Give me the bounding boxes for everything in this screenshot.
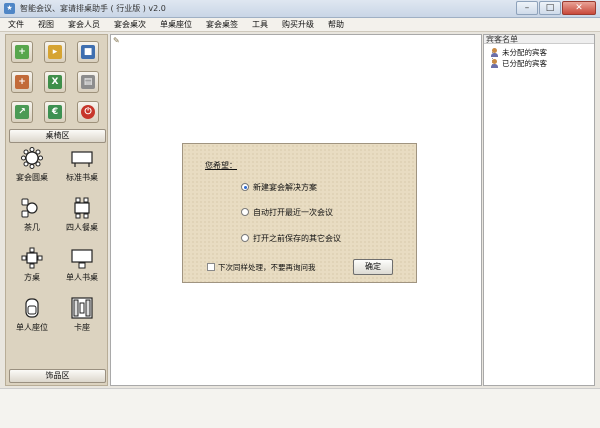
exit-button[interactable]: ⏻ bbox=[77, 101, 99, 123]
menu-view[interactable]: 视图 bbox=[38, 19, 54, 30]
radio-button-checked[interactable] bbox=[241, 183, 249, 191]
decor-section-header[interactable]: 饰品区 bbox=[9, 369, 106, 383]
palette-item-single-desk[interactable]: 单人书桌 bbox=[59, 247, 105, 291]
palette-label: 单人书桌 bbox=[66, 273, 98, 282]
menu-guests[interactable]: 宴会人员 bbox=[68, 19, 100, 30]
palette-label: 茶几 bbox=[24, 223, 40, 232]
tea-table-icon bbox=[21, 198, 38, 218]
menu-upgrade[interactable]: 购买升级 bbox=[282, 19, 314, 30]
close-button[interactable]: ✕ bbox=[562, 1, 596, 15]
menu-bar: 文件 视图 宴会人员 宴会桌次 单桌座位 宴会桌签 工具 购买升级 帮助 bbox=[0, 18, 600, 32]
window-controls: – □ ✕ bbox=[515, 1, 596, 15]
option-open-recent[interactable]: 自动打开最近一次会议 bbox=[241, 206, 333, 218]
menu-help[interactable]: 帮助 bbox=[328, 19, 344, 30]
new-plan-button[interactable]: + bbox=[11, 41, 33, 63]
print-button[interactable]: ▤ bbox=[77, 71, 99, 93]
furniture-palette: 宴会圆桌 标准书桌 茶几 四人餐桌 方桌 单人书桌 单人座位 卡座 bbox=[9, 147, 106, 357]
add-person-icon: + bbox=[15, 75, 29, 89]
title-bar: ★ 智能会议、宴请排桌助手 ( 行业版 ) v2.0 – □ ✕ bbox=[0, 0, 600, 18]
palette-label: 方桌 bbox=[24, 273, 40, 282]
palette-label: 标准书桌 bbox=[66, 173, 98, 182]
option-label: 新建宴会解决方案 bbox=[253, 182, 317, 192]
person-icon bbox=[490, 47, 499, 57]
radio-button[interactable] bbox=[241, 234, 249, 242]
standard-desk-icon bbox=[71, 151, 93, 167]
dialog-prompt: 您希望： bbox=[205, 161, 237, 170]
power-icon: ⏻ bbox=[81, 105, 95, 119]
palette-item-single-seat[interactable]: 单人座位 bbox=[9, 297, 55, 341]
open-folder-icon: ▸ bbox=[48, 45, 62, 59]
add-person-button[interactable]: + bbox=[11, 71, 33, 93]
palette-label: 单人座位 bbox=[16, 323, 48, 332]
remember-checkbox[interactable] bbox=[207, 263, 215, 271]
left-sidebar: + ▸ ■ + X ▤ ↗ € ⏻ 桌椅区 宴会圆桌 标准书桌 茶几 四人餐桌 … bbox=[5, 34, 108, 386]
remember-choice[interactable]: 下次同样处理，不要再询问我 bbox=[207, 262, 316, 272]
menu-seats[interactable]: 单桌座位 bbox=[160, 19, 192, 30]
tables-section-header[interactable]: 桌椅区 bbox=[9, 129, 106, 143]
menu-tables[interactable]: 宴会桌次 bbox=[114, 19, 146, 30]
palette-item-four-seat-table[interactable]: 四人餐桌 bbox=[59, 197, 105, 241]
window-title: 智能会议、宴请排桌助手 ( 行业版 ) v2.0 bbox=[20, 4, 166, 13]
tree-node-label: 未分配的宾客 bbox=[502, 47, 547, 57]
option-open-other[interactable]: 打开之前保存的其它会议 bbox=[241, 232, 341, 244]
menu-table-cards[interactable]: 宴会桌签 bbox=[206, 19, 238, 30]
radio-button[interactable] bbox=[241, 208, 249, 216]
menu-tools[interactable]: 工具 bbox=[252, 19, 268, 30]
export-icon: ↗ bbox=[15, 105, 29, 119]
palette-label: 卡座 bbox=[74, 323, 90, 332]
tree-node-label: 已分配的宾客 bbox=[502, 58, 547, 68]
save-icon: ■ bbox=[81, 45, 95, 59]
round-table-icon bbox=[21, 147, 43, 169]
tree-node-unassigned[interactable]: 未分配的宾客 bbox=[490, 47, 547, 57]
menu-file[interactable]: 文件 bbox=[8, 19, 24, 30]
palette-item-square-table[interactable]: 方桌 bbox=[9, 247, 55, 291]
guest-list-header: 宾客名单 bbox=[484, 35, 594, 44]
person-icon bbox=[490, 58, 499, 68]
single-seat-icon bbox=[25, 298, 39, 318]
tree-node-assigned[interactable]: 已分配的宾客 bbox=[490, 58, 547, 68]
guest-list-panel: 宾客名单 未分配的宾客 已分配的宾客 bbox=[483, 34, 595, 386]
currency-button[interactable]: € bbox=[44, 101, 66, 123]
option-label: 打开之前保存的其它会议 bbox=[253, 233, 341, 243]
palette-label: 四人餐桌 bbox=[66, 223, 98, 232]
remember-label: 下次同样处理，不要再询问我 bbox=[218, 262, 316, 272]
square-table-icon bbox=[21, 247, 43, 269]
option-label: 自动打开最近一次会议 bbox=[253, 207, 333, 217]
save-button[interactable]: ■ bbox=[77, 41, 99, 63]
minimize-button[interactable]: – bbox=[516, 1, 538, 15]
option-new-plan[interactable]: 新建宴会解决方案 bbox=[241, 181, 317, 193]
open-button[interactable]: ▸ bbox=[44, 41, 66, 63]
booth-icon bbox=[71, 297, 93, 319]
app-icon: ★ bbox=[4, 3, 15, 14]
palette-item-standard-desk[interactable]: 标准书桌 bbox=[59, 147, 105, 191]
pin-icon[interactable]: ✎ bbox=[113, 36, 120, 45]
excel-icon: X bbox=[48, 75, 62, 89]
toolbar: + ▸ ■ + X ▤ ↗ € ⏻ bbox=[11, 41, 103, 123]
palette-item-round-table[interactable]: 宴会圆桌 bbox=[9, 147, 55, 191]
maximize-button[interactable]: □ bbox=[539, 1, 561, 15]
palette-label: 宴会圆桌 bbox=[16, 173, 48, 182]
currency-icon: € bbox=[48, 105, 62, 119]
status-bar bbox=[0, 388, 600, 428]
ok-button[interactable]: 确定 bbox=[353, 259, 393, 275]
new-plan-icon: + bbox=[15, 45, 29, 59]
single-desk-icon bbox=[71, 249, 93, 269]
print-icon: ▤ bbox=[81, 75, 95, 89]
palette-item-booth[interactable]: 卡座 bbox=[59, 297, 105, 341]
startup-dialog: 您希望： 新建宴会解决方案 自动打开最近一次会议 打开之前保存的其它会议 下次同… bbox=[182, 143, 417, 283]
export-button[interactable]: ↗ bbox=[11, 101, 33, 123]
excel-button[interactable]: X bbox=[44, 71, 66, 93]
four-seat-table-icon bbox=[74, 197, 90, 219]
palette-item-tea-table[interactable]: 茶几 bbox=[9, 197, 55, 241]
